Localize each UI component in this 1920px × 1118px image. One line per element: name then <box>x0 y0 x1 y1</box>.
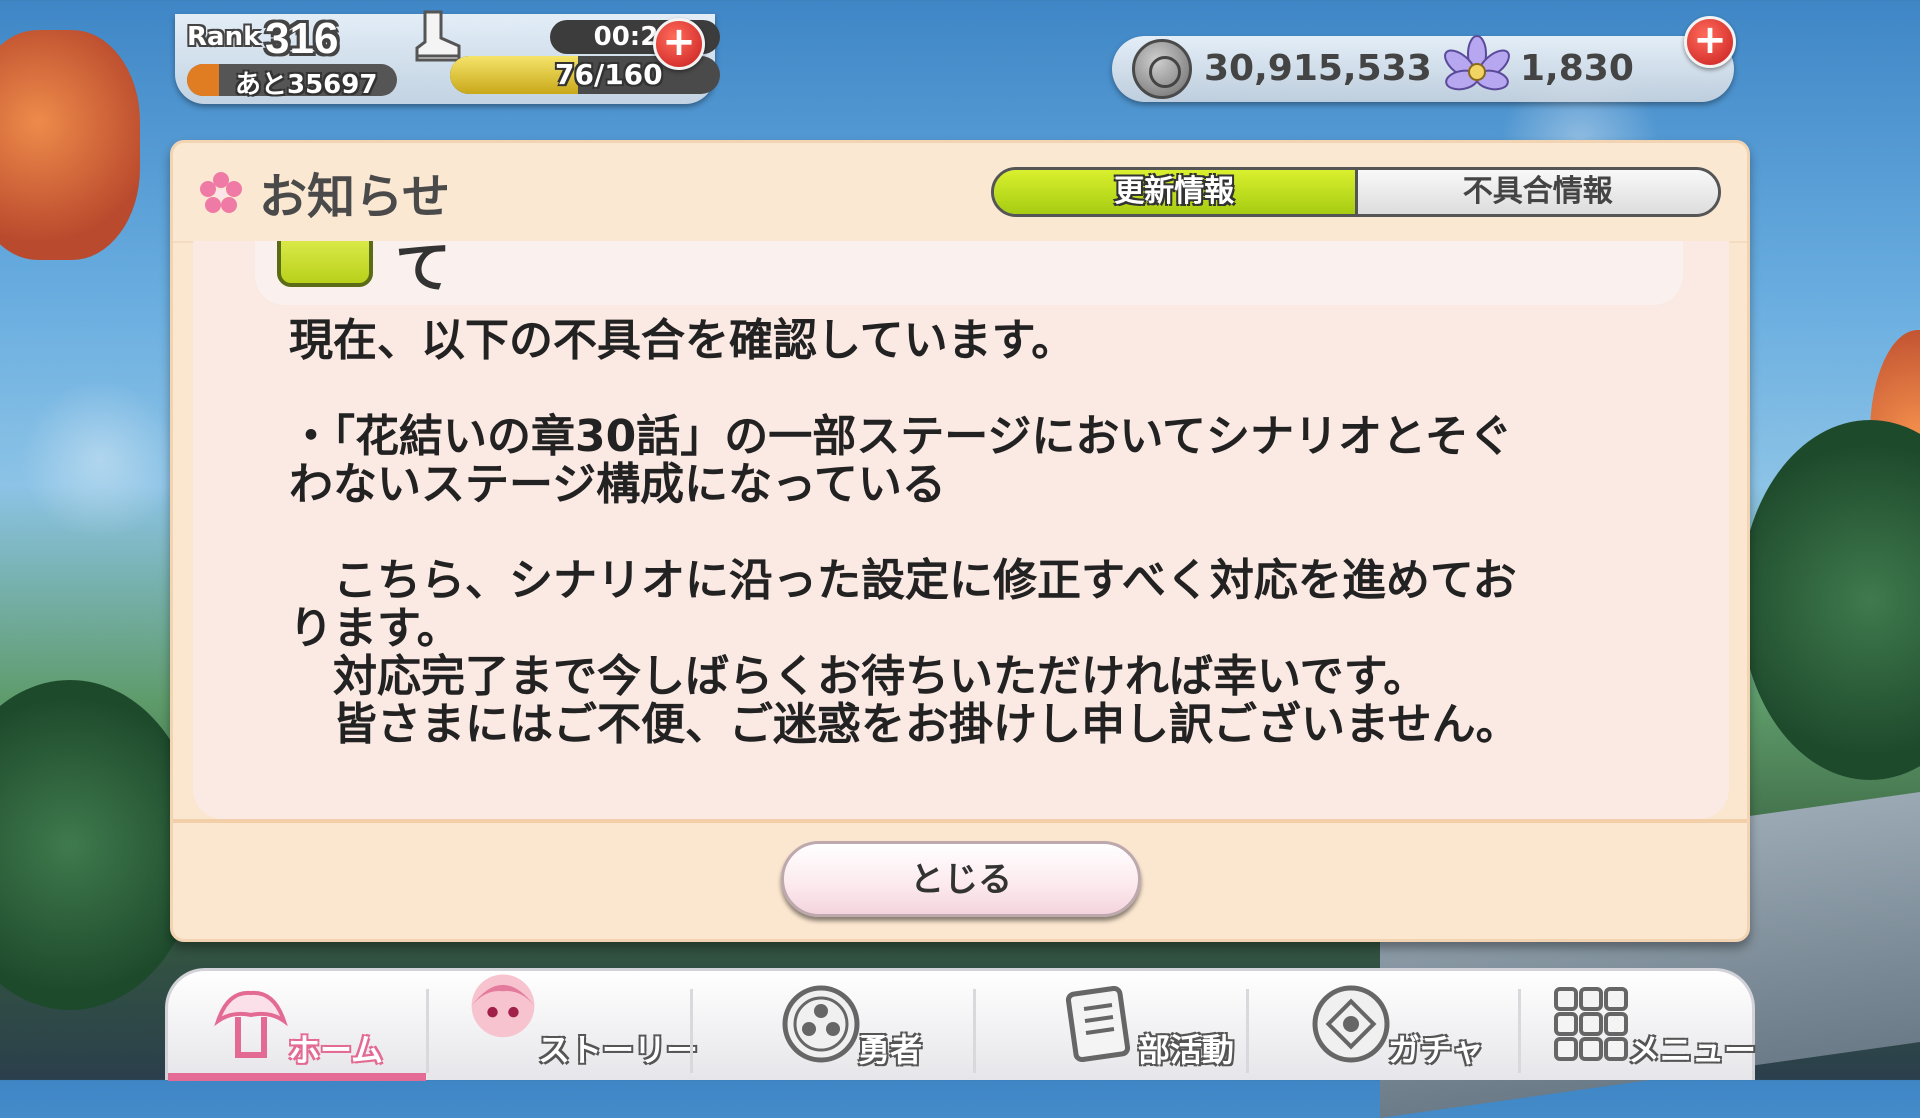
nav-gacha-label: ガチャ <box>1388 1031 1484 1069</box>
add-gems-button[interactable]: + <box>1684 16 1736 68</box>
dialog-title: お知らせ <box>259 169 451 225</box>
background-tree-right <box>1740 420 1920 780</box>
dialog-header: お知らせ 更新情報 不具合情報 <box>173 143 1747 243</box>
tab-update-info[interactable]: 更新情報 <box>994 170 1358 214</box>
nav-home[interactable]: ホーム <box>198 981 438 1081</box>
nav-hero[interactable]: 勇者 <box>768 981 1008 1081</box>
previous-notice-item[interactable]: て <box>255 241 1683 305</box>
cherry-blossom-icon <box>200 172 242 213</box>
notice-body: 現在、以下の不具合を確認しています。 ・「花結いの章30話」の一部ステージにおい… <box>289 317 1649 749</box>
bottom-navigation-bar: ホーム ストーリー 勇者 部活動 ガチャ メニュー <box>165 968 1756 1081</box>
rank-exp-bar-fill <box>187 64 219 96</box>
background-lantern-left <box>0 30 140 260</box>
previous-notice-title-fragment: て <box>395 241 451 301</box>
nav-gacha[interactable]: ガチャ <box>1298 981 1538 1081</box>
background-lens-flare <box>20 380 180 540</box>
nav-story[interactable]: ストーリー <box>448 974 698 1081</box>
coin-icon <box>1132 39 1192 99</box>
rank-remaining-exp: あと35697 <box>235 70 378 100</box>
nav-club[interactable]: 部活動 <box>1048 981 1288 1081</box>
lotus-gem-icon <box>1444 35 1510 91</box>
hero-crest-icon <box>782 985 860 1063</box>
boot-stamina-icon <box>415 10 461 62</box>
add-stamina-button[interactable]: + <box>653 18 705 70</box>
nav-menu[interactable]: メニュー <box>1538 981 1778 1081</box>
notice-paragraph: ・「花結いの章30話」の一部ステージにおいてシナリオとそぐ わないステージ構成に… <box>289 411 1513 510</box>
notice-tabs: 更新情報 不具合情報 <box>991 167 1721 217</box>
story-character-icon <box>471 974 535 1038</box>
rank-label: Rank <box>187 22 261 52</box>
nav-hero-label: 勇者 <box>858 1031 923 1069</box>
home-icon <box>214 990 288 1058</box>
nav-story-label: ストーリー <box>538 1031 699 1069</box>
coin-amount: 30,915,533 <box>1204 48 1432 89</box>
nav-club-label: 部活動 <box>1138 1031 1235 1069</box>
menu-grid-icon <box>1554 987 1628 1061</box>
close-button[interactable]: とじる <box>781 841 1141 917</box>
gacha-crest-icon <box>1312 985 1390 1063</box>
notice-paragraph: 現在、以下の不具合を確認しています。 <box>289 315 1076 366</box>
gem-amount: 1,830 <box>1520 48 1634 89</box>
rank-value: 316 <box>265 14 339 63</box>
stamina-value: 76/160 <box>555 58 663 91</box>
nav-menu-label: メニュー <box>1628 1031 1757 1069</box>
notice-content-scroll-area[interactable]: て 現在、以下の不具合を確認しています。 ・「花結いの章30話」の一部ステージに… <box>193 241 1729 819</box>
dialog-footer: とじる <box>173 819 1747 943</box>
notice-paragraph: こちら、シナリオに沿った設定に修正すべく対応を進めてお ります。 対応完了まで今… <box>289 555 1520 750</box>
checkbox-icon <box>277 241 373 287</box>
currency-panel: 30,915,533 1,830 + <box>1112 16 1736 102</box>
notice-dialog: お知らせ 更新情報 不具合情報 て 現在、以下の不具合を確認しています。 ・「花… <box>170 140 1750 942</box>
nav-home-label: ホーム <box>288 1031 384 1069</box>
tab-bug-info[interactable]: 不具合情報 <box>1357 170 1718 214</box>
player-status-panel: Rank 316 あと35697 00:26 76/160 + <box>175 10 720 104</box>
club-activity-icon <box>1065 985 1131 1063</box>
